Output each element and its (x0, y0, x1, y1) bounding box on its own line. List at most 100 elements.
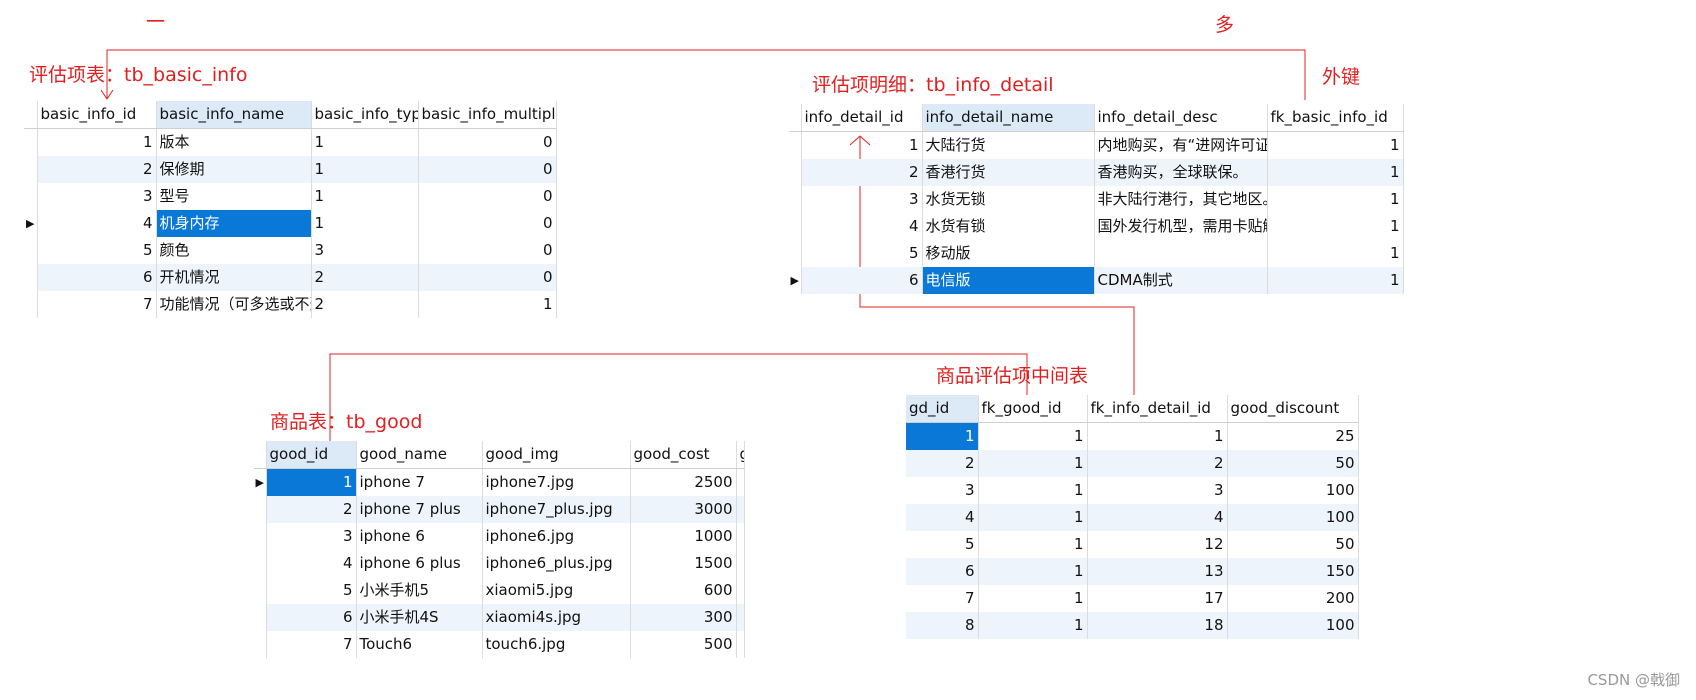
cell[interactable]: 7 (37, 291, 157, 318)
cell[interactable]: 2 (311, 264, 419, 291)
cell[interactable]: 0 (418, 237, 557, 264)
table-row[interactable]: 6 开机情况 2 0 (24, 264, 557, 291)
cell[interactable]: 3 (311, 237, 419, 264)
cell[interactable]: 6 (266, 604, 357, 631)
table-row[interactable]: 5 移动版 1 (789, 240, 1404, 267)
table-row[interactable]: 4 iphone 6 plus iphone6_plus.jpg 1500 (254, 550, 745, 577)
cell[interactable]: 4 (801, 213, 923, 240)
cell[interactable]: 香港行货 (922, 159, 1095, 186)
cell[interactable]: 0 (418, 210, 557, 237)
cell[interactable]: 25 (1227, 422, 1359, 450)
column-header[interactable]: fk_basic_info_id (1267, 104, 1404, 132)
table-row[interactable]: 2 iphone 7 plus iphone7_plus.jpg 3000 (254, 496, 745, 523)
table-row[interactable]: 4 1 4 100 (906, 504, 1359, 531)
cell[interactable]: 200 (1227, 585, 1359, 612)
cell[interactable]: iphone 7 plus (356, 496, 483, 523)
table-row[interactable]: 3 1 3 100 (906, 477, 1359, 504)
cell[interactable]: 7 (906, 585, 979, 612)
table-row[interactable]: 7 Touch6 touch6.jpg 500 (254, 631, 745, 658)
cell[interactable]: 1 (311, 210, 419, 237)
cell[interactable]: 保修期 (156, 156, 312, 183)
column-header[interactable]: g (736, 441, 745, 469)
cell[interactable]: 6 (906, 558, 979, 585)
cell[interactable]: 3 (906, 477, 979, 504)
cell[interactable]: 1 (1087, 422, 1228, 450)
cell[interactable]: 1 (311, 183, 419, 210)
cell[interactable]: 内地购买，有“进网许可证”标 (1094, 131, 1268, 159)
cell[interactable]: 4 (266, 550, 357, 577)
column-header[interactable]: good_id (266, 441, 357, 469)
cell[interactable]: touch6.jpg (482, 631, 631, 658)
cell[interactable]: iphone7.jpg (482, 468, 631, 496)
cell[interactable]: iphone 6 (356, 523, 483, 550)
cell[interactable]: 3 (37, 183, 157, 210)
cell[interactable]: 100 (1227, 504, 1359, 531)
cell[interactable]: 4 (906, 504, 979, 531)
column-header[interactable]: fk_good_id (978, 395, 1088, 423)
cell[interactable]: 17 (1087, 585, 1228, 612)
cell[interactable]: 600 (630, 577, 737, 604)
table-row[interactable]: 1 1 1 25 (906, 422, 1359, 450)
table-row[interactable]: 4水货有锁国外发行机型，需用卡贴解锁1 (789, 213, 1404, 240)
table-row[interactable]: ▶ 6 电信版 CDMA制式 1 (789, 267, 1404, 294)
cell[interactable]: 1 (978, 450, 1088, 477)
cell[interactable]: 小米手机5 (356, 577, 483, 604)
table-row[interactable]: 2 香港行货 香港购买，全球联保。 1 (789, 159, 1404, 186)
column-header[interactable]: info_detail_id (801, 104, 923, 132)
cell[interactable]: 5 (906, 531, 979, 558)
table-row[interactable]: 5 1 12 50 (906, 531, 1359, 558)
cell[interactable]: 移动版 (922, 240, 1095, 267)
cell[interactable]: 1 (1267, 131, 1404, 159)
cell[interactable]: 4 (1087, 504, 1228, 531)
cell[interactable]: xiaomi5.jpg (482, 577, 631, 604)
cell[interactable]: 1 (978, 558, 1088, 585)
column-header[interactable]: basic_info_type (311, 101, 419, 129)
cell[interactable]: 2 (266, 496, 357, 523)
cell[interactable]: 大陆行货 (922, 131, 1095, 159)
cell[interactable]: 1 (37, 128, 157, 156)
table-row[interactable]: 5 小米手机5 xiaomi5.jpg 600 (254, 577, 745, 604)
cell[interactable]: xiaomi4s.jpg (482, 604, 631, 631)
selected-cell[interactable]: 1 (906, 422, 979, 450)
cell[interactable]: 水货有锁 (922, 213, 1095, 240)
cell[interactable]: 1 (311, 156, 419, 183)
cell[interactable]: 150 (1227, 558, 1359, 585)
column-header[interactable]: fk_info_detail_id (1087, 395, 1228, 423)
cell[interactable]: Touch6 (356, 631, 483, 658)
table-row[interactable]: 1大陆行货内地购买，有“进网许可证”标1 (789, 131, 1404, 159)
cell[interactable]: 小米手机4S (356, 604, 483, 631)
cell[interactable]: 香港购买，全球联保。 (1094, 159, 1268, 186)
table-row[interactable]: 7 功能情况（可多选或不选 2 1 (24, 291, 557, 318)
cell[interactable]: 2500 (630, 468, 737, 496)
cell[interactable]: 1 (978, 612, 1088, 639)
cell[interactable]: 300 (630, 604, 737, 631)
cell[interactable]: 50 (1227, 531, 1359, 558)
cell[interactable]: 4 (37, 210, 157, 237)
cell[interactable]: 1 (801, 131, 923, 159)
cell[interactable]: 50 (1227, 450, 1359, 477)
cell[interactable]: 0 (418, 156, 557, 183)
cell[interactable]: 12 (1087, 531, 1228, 558)
cell[interactable] (1094, 240, 1268, 267)
column-header[interactable]: basic_info_id (37, 101, 157, 129)
cell[interactable]: 2 (801, 159, 923, 186)
column-header[interactable]: info_detail_desc (1094, 104, 1268, 132)
cell[interactable]: 5 (37, 237, 157, 264)
cell[interactable]: 3 (266, 523, 357, 550)
cell[interactable]: 100 (1227, 477, 1359, 504)
cell[interactable]: 颜色 (156, 237, 312, 264)
cell[interactable]: 1 (311, 128, 419, 156)
cell[interactable]: 0 (418, 183, 557, 210)
cell[interactable]: 1 (1267, 186, 1404, 213)
cell[interactable]: 开机情况 (156, 264, 312, 291)
column-header[interactable]: good_name (356, 441, 483, 469)
cell[interactable]: 型号 (156, 183, 312, 210)
table-row[interactable]: 3 型号 1 0 (24, 183, 557, 210)
column-header[interactable]: good_img (482, 441, 631, 469)
cell[interactable]: 1 (1267, 267, 1404, 294)
table-row[interactable]: 8 1 18 100 (906, 612, 1359, 639)
cell[interactable]: 1 (1267, 240, 1404, 267)
cell[interactable]: 1 (1267, 213, 1404, 240)
cell[interactable]: 1500 (630, 550, 737, 577)
cell[interactable]: 0 (418, 128, 557, 156)
